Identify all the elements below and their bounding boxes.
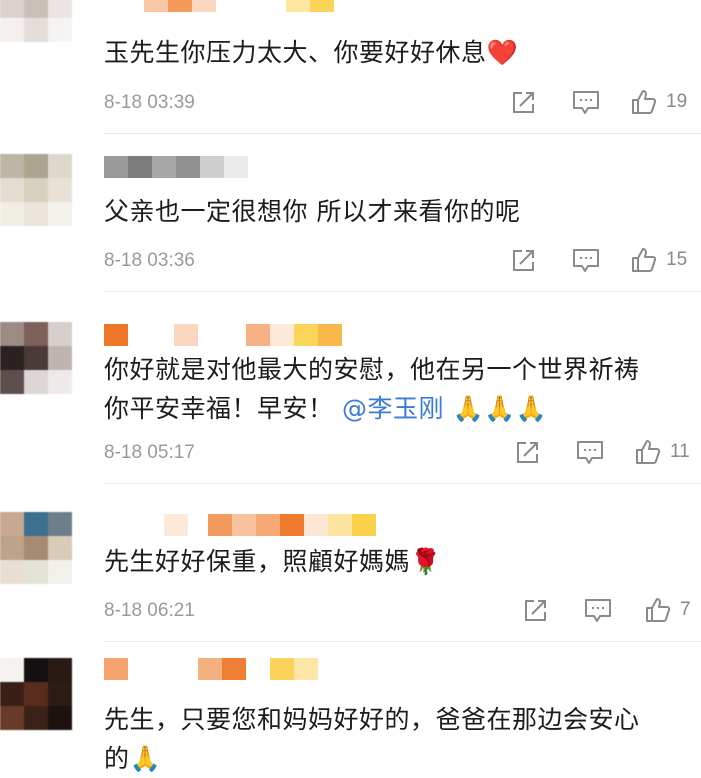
comment-timestamp: 8-18 06:21 <box>104 600 195 621</box>
like-button[interactable]: 19 <box>630 88 687 116</box>
comment-icon <box>584 598 612 624</box>
rose-emoji: 🌹 <box>410 547 442 576</box>
comment-text: 玉先生你压力太大、你要好好休息❤️ <box>104 33 694 72</box>
like-button[interactable]: 11 <box>634 438 690 466</box>
avatar[interactable] <box>0 154 72 226</box>
comment-text: 先生好好保重，照顧好媽媽🌹 <box>104 542 694 581</box>
comment-icon <box>572 248 600 274</box>
username[interactable] <box>104 156 248 178</box>
comment-text-body: 的 <box>104 744 130 773</box>
share-icon <box>510 90 536 116</box>
reply-button[interactable] <box>576 440 604 466</box>
username[interactable] <box>104 658 318 680</box>
like-count: 15 <box>666 249 688 270</box>
comment-text-body: 先生好好保重，照顧好媽媽 <box>104 547 411 576</box>
share-button[interactable] <box>510 90 536 116</box>
like-count: 19 <box>666 91 688 112</box>
comment-text-body: 玉先生你压力太大、你要好好休息 <box>104 38 487 67</box>
like-button[interactable]: 7 <box>644 596 691 624</box>
comment-text-line: 的🙏 <box>104 739 694 778</box>
username[interactable] <box>104 514 376 536</box>
comment-text: 父亲也一定很想你 所以才来看你的呢 <box>104 197 521 226</box>
like-count: 11 <box>670 441 690 462</box>
share-icon <box>522 598 548 624</box>
avatar[interactable] <box>0 658 72 730</box>
praying-hands-emoji: 🙏 <box>129 744 162 773</box>
avatar[interactable] <box>0 512 72 584</box>
avatar[interactable] <box>0 322 72 394</box>
reply-button[interactable] <box>572 90 600 116</box>
comment-item: 玉先生你压力太大、你要好好休息❤️ 8-18 03:39 19 <box>0 0 701 134</box>
share-icon <box>514 440 540 466</box>
comment-icon <box>576 440 604 466</box>
share-button[interactable] <box>522 598 548 624</box>
comment-text-line: 你平安幸福！早安！ @李玉刚 🙏🙏🙏 <box>104 389 694 428</box>
share-button[interactable] <box>510 248 536 274</box>
comment-item: 先生好好保重，照顧好媽媽🌹 8-18 06:21 7 <box>0 484 701 642</box>
comment-text: 先生，只要您和妈妈好好的，爸爸在那边会安心 的🙏 <box>104 700 694 778</box>
comment-item: 父亲也一定很想你 所以才来看你的呢 8-18 03:36 15 <box>0 134 701 292</box>
praying-hands-emoji: 🙏🙏🙏 <box>452 394 548 423</box>
comment-item: 先生，只要您和妈妈好好的，爸爸在那边会安心 的🙏 <box>0 642 701 776</box>
comment-timestamp: 8-18 03:39 <box>104 92 195 113</box>
thumbs-up-icon <box>644 596 672 624</box>
like-count: 7 <box>680 599 691 620</box>
like-button[interactable]: 15 <box>630 246 687 274</box>
thumbs-up-icon <box>634 438 662 466</box>
share-button[interactable] <box>514 440 540 466</box>
reply-button[interactable] <box>572 248 600 274</box>
comment-item: 你好就是对他最大的安慰，他在另一个世界祈祷 你平安幸福！早安！ @李玉刚 🙏🙏🙏… <box>0 292 701 484</box>
comment-text: 你好就是对他最大的安慰，他在另一个世界祈祷 你平安幸福！早安！ @李玉刚 🙏🙏🙏 <box>104 350 694 428</box>
thumbs-up-icon <box>630 88 658 116</box>
user-mention-link[interactable]: @李玉刚 <box>342 394 444 423</box>
heart-emoji: ❤️ <box>486 38 519 67</box>
comment-timestamp: 8-18 05:17 <box>104 442 195 463</box>
comment-text-line: 你好就是对他最大的安慰，他在另一个世界祈祷 <box>104 355 640 384</box>
comment-feed: 玉先生你压力太大、你要好好休息❤️ 8-18 03:39 19 父亲也一定很想你… <box>0 0 701 776</box>
username[interactable] <box>104 324 342 346</box>
comment-icon <box>572 90 600 116</box>
avatar[interactable] <box>0 0 72 42</box>
username[interactable] <box>104 0 334 12</box>
comment-timestamp: 8-18 03:36 <box>104 250 195 271</box>
comment-text-body: 你平安幸福！早安！ <box>104 394 334 423</box>
comment-text-line: 先生，只要您和妈妈好好的，爸爸在那边会安心 <box>104 705 640 734</box>
thumbs-up-icon <box>630 246 658 274</box>
reply-button[interactable] <box>584 598 612 624</box>
share-icon <box>510 248 536 274</box>
